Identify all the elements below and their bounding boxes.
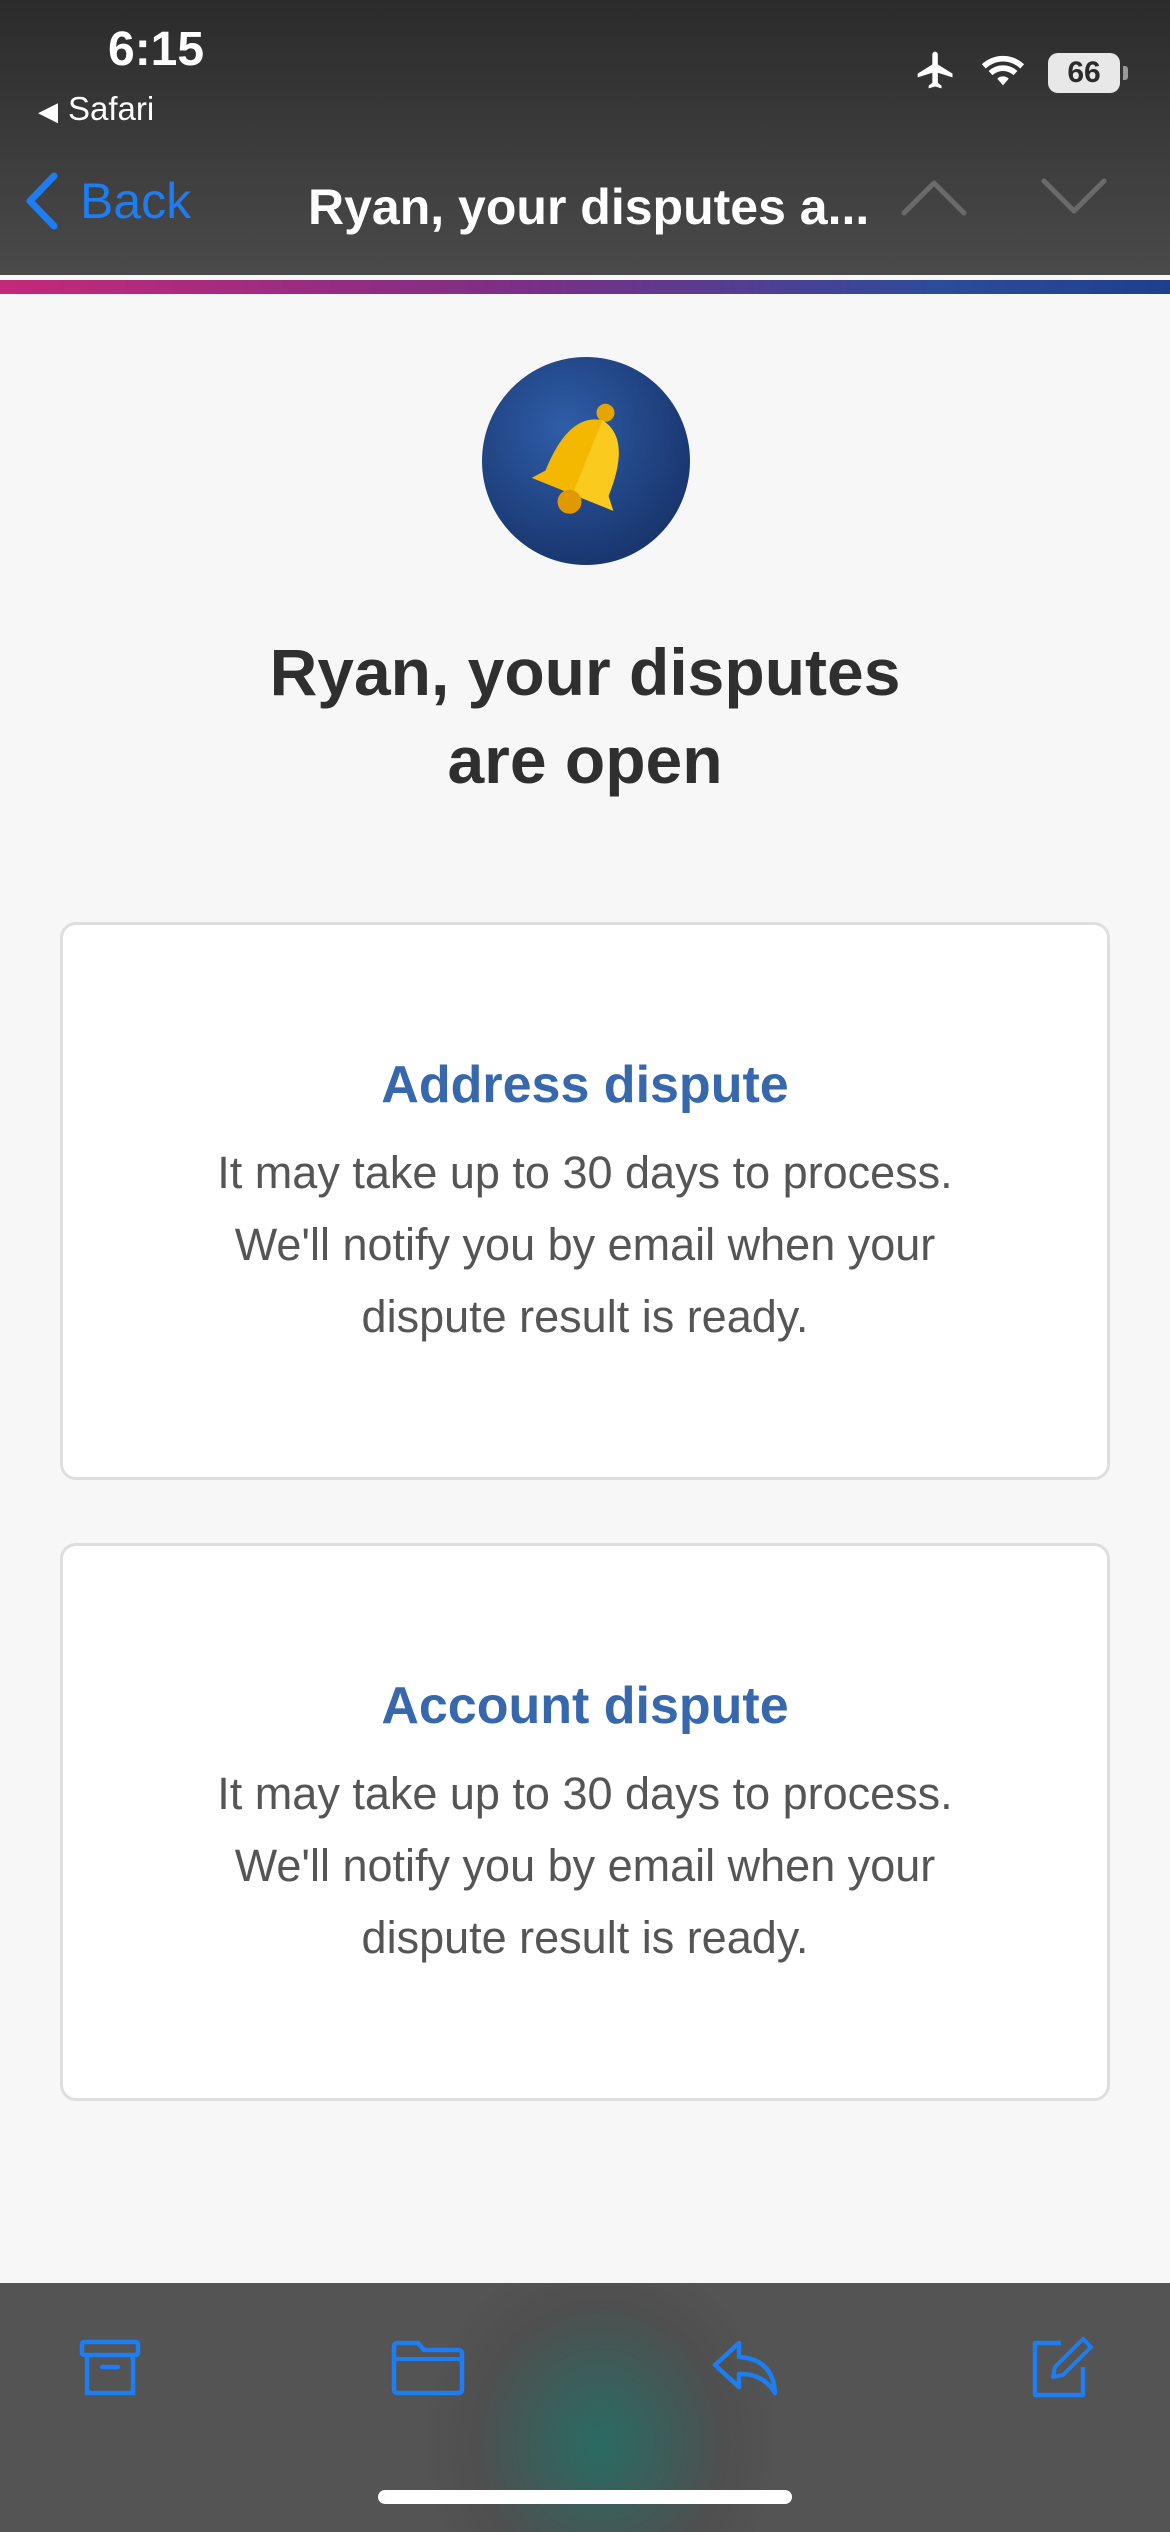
card-body-line: dispute result is ready. — [361, 1912, 809, 1963]
wifi-icon — [980, 50, 1026, 95]
headline-line-2: are open — [447, 723, 723, 797]
card-body: It may take up to 30 days to process. We… — [175, 1758, 995, 1974]
card-body: It may take up to 30 days to process. We… — [175, 1137, 995, 1353]
back-app-label: Safari — [68, 90, 155, 127]
card-title: Account dispute — [381, 1677, 789, 1735]
card-body-line: We'll notify you by email when your — [234, 1219, 936, 1270]
top-bar: 6:15 ◀ Safari 66 Back Ryan, your disputes… — [0, 0, 1170, 275]
message-navigation — [900, 175, 1108, 224]
back-to-safari[interactable]: ◀ Safari — [38, 90, 154, 128]
card-title: Address dispute — [381, 1056, 789, 1114]
archive-icon — [79, 2339, 141, 2396]
headline-line-1: Ryan, your disputes — [269, 635, 901, 709]
chevron-down-icon[interactable] — [1040, 175, 1108, 224]
compose-icon — [1032, 2337, 1093, 2398]
status-time: 6:15 — [108, 23, 205, 76]
home-indicator[interactable] — [378, 2490, 792, 2504]
back-button[interactable]: Back — [24, 172, 191, 230]
notification-badge — [482, 357, 690, 565]
back-triangle-icon: ◀ — [38, 96, 58, 126]
address-dispute-card: Address dispute It may take up to 30 day… — [60, 922, 1110, 1480]
compose-button[interactable] — [1020, 2328, 1100, 2408]
airplane-icon — [914, 48, 958, 97]
brand-stripe — [0, 280, 1170, 294]
bell-icon — [531, 403, 619, 514]
card-body-line: We'll notify you by email when your — [234, 1840, 936, 1891]
reply-icon — [712, 2340, 778, 2396]
chevron-up-icon[interactable] — [900, 175, 968, 224]
archive-button[interactable] — [70, 2328, 150, 2408]
status-icons: 66 — [914, 48, 1128, 97]
card-body-line: It may take up to 30 days to process. — [217, 1768, 953, 1819]
folder-icon — [391, 2340, 465, 2396]
back-label: Back — [80, 173, 192, 229]
email-headline: Ryan, your disputes are open — [0, 628, 1170, 804]
card-body-line: It may take up to 30 days to process. — [217, 1147, 953, 1198]
email-subject-title: Ryan, your disputes a... — [308, 179, 870, 235]
battery-icon: 66 — [1048, 52, 1128, 93]
card-body-line: dispute result is ready. — [361, 1291, 809, 1342]
chevron-left-icon — [26, 172, 58, 230]
move-to-folder-button[interactable] — [388, 2328, 468, 2408]
reply-button[interactable] — [705, 2328, 785, 2408]
account-dispute-card: Account dispute It may take up to 30 day… — [60, 1543, 1110, 2101]
